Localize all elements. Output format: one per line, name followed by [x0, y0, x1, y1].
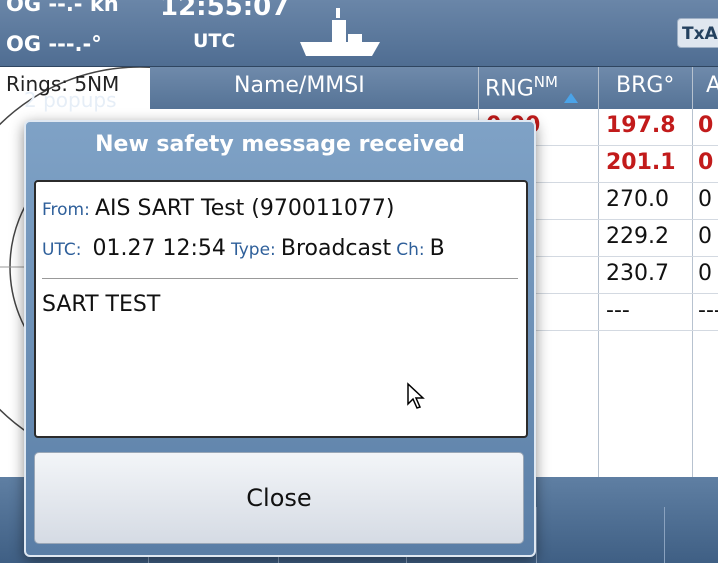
utc-label: UTC: [42, 240, 82, 260]
type-label: Type: [231, 240, 276, 260]
cell-brg: --- [606, 298, 630, 323]
safety-message-dialog: New safety message received From: AIS SA… [24, 120, 536, 557]
table-header: Name/MMSI RNGNM BRG° A [150, 67, 718, 109]
message-divider [42, 278, 518, 279]
column-header-a[interactable]: A [706, 73, 718, 98]
close-button[interactable]: Close [34, 452, 524, 544]
cell-brg: 229.2 [606, 224, 669, 249]
ch-value: B [429, 236, 445, 261]
rng-label: RNG [485, 76, 534, 102]
mouse-pointer-icon [407, 382, 425, 409]
ship-icon [300, 8, 380, 56]
cell-a: 0 [698, 150, 714, 175]
type-value: Broadcast [280, 236, 392, 261]
tx-button[interactable]: TxA [677, 18, 718, 48]
message-panel: From: AIS SART Test (970011077) UTC: 01.… [34, 180, 528, 438]
cell-brg: 197.8 [606, 113, 676, 138]
rng-unit: NM [533, 73, 558, 91]
cog-readout: OG ---.-° [6, 32, 102, 56]
message-text: SART TEST [42, 292, 161, 317]
toolbar-divider [664, 507, 665, 563]
cell-a: --- [698, 298, 718, 323]
meta-line: UTC: 01.27 12:54 Type: Broadcast Ch: B [42, 236, 445, 261]
status-bar: OG --.- kn OG ---.-° 12:55:07 UTC TxA [0, 0, 718, 67]
from-label: From: [42, 200, 90, 220]
column-header-rng[interactable]: RNGNM [485, 73, 558, 101]
cell-brg: 230.7 [606, 261, 669, 286]
ch-label: Ch: [396, 240, 425, 260]
ais-screen: OG --.- kn OG ---.-° 12:55:07 UTC TxA Ri… [0, 0, 718, 563]
clock-timezone: UTC [193, 30, 236, 52]
toolbar-divider [536, 507, 537, 563]
cell-a: 0 [698, 224, 712, 249]
clock-time: 12:55:07 [160, 0, 290, 22]
cell-a: 0 [698, 261, 712, 286]
from-line: From: AIS SART Test (970011077) [42, 196, 394, 221]
column-header-name[interactable]: Name/MMSI [234, 73, 365, 98]
sog-readout: OG --.- kn [6, 0, 119, 16]
cell-brg: 201.1 [606, 150, 676, 175]
sort-ascending-icon [564, 93, 578, 103]
cell-a: 0 [698, 187, 712, 212]
column-header-brg[interactable]: BRG° [616, 73, 674, 98]
dialog-title: New safety message received [95, 132, 465, 157]
cell-brg: 270.0 [606, 187, 669, 212]
utc-value: 01.27 12:54 [92, 236, 226, 261]
cell-a: 0 [698, 113, 714, 138]
popups-count: 2 popups [24, 88, 117, 112]
from-value: AIS SART Test (970011077) [94, 196, 395, 221]
